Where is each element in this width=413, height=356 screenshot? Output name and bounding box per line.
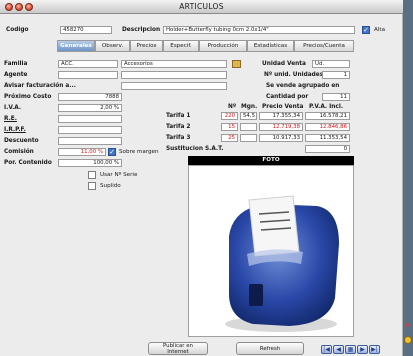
re-field[interactable] xyxy=(58,115,122,123)
last-record-icon[interactable]: ▶| xyxy=(369,345,380,354)
numero-unidades-label: Nº unid. Unidades xyxy=(264,72,324,78)
label-printer-image xyxy=(225,195,339,332)
agente-label: Agente xyxy=(4,72,28,78)
tarifa-1-pva-field[interactable]: 16.578,21 xyxy=(305,112,350,120)
irpf-field[interactable] xyxy=(58,126,122,134)
first-record-icon[interactable]: |◀ xyxy=(321,345,332,354)
record-list-icon[interactable]: ▦ xyxy=(345,345,356,354)
sobre-margen-checkbox[interactable]: ✓ xyxy=(108,148,116,156)
codigo-field[interactable]: 458270 xyxy=(60,26,112,34)
folder-icon[interactable] xyxy=(232,60,241,68)
col-num-header: Nº xyxy=(228,104,237,110)
delete-icon[interactable]: ✕ xyxy=(404,322,412,330)
re-label: R.E. xyxy=(4,116,17,122)
avisar-facturacion-label: Avisar facturación a... xyxy=(4,83,76,89)
sobre-margen-label: Sobre margen xyxy=(119,149,159,155)
avisar-facturacion-field[interactable] xyxy=(121,82,227,90)
proximo-costo-label: Próximo Costo xyxy=(4,94,52,100)
tarifa-3-margen-field[interactable] xyxy=(240,134,257,142)
window-title: ARTICULOS xyxy=(179,2,224,11)
col-precio-venta-header: Precio Venta xyxy=(262,104,304,110)
iva-field[interactable]: 2,00 % xyxy=(58,104,122,112)
tab-observ[interactable]: Observ. xyxy=(95,40,130,52)
unidad-venta-label: Unidad Venta xyxy=(262,61,306,67)
refresh-button[interactable]: Refresh xyxy=(236,342,304,355)
tarifa-2-margen-field[interactable] xyxy=(240,123,257,131)
familia-code-field[interactable]: ACC. xyxy=(58,60,118,68)
tab-produccion[interactable]: Producción xyxy=(199,40,247,52)
tab-precios[interactable]: Precios xyxy=(130,40,163,52)
col-pva-incl-header: P.V.A. Incl. xyxy=(309,104,344,110)
sustitucion-sat-label: Sustitucion S.A.T. xyxy=(166,146,224,152)
iva-label: I.V.A. xyxy=(4,105,22,111)
comision-field[interactable]: 11,00 % xyxy=(58,148,106,156)
tarifa-1-margen-field[interactable]: 54,5 xyxy=(240,112,257,120)
help-icon[interactable] xyxy=(404,336,412,344)
tarifa-3-num-field[interactable]: 25 xyxy=(221,134,238,142)
title-bar: ARTICULOS xyxy=(0,0,403,14)
suplido-label: Suplido xyxy=(100,183,121,189)
tarifa-3-pva-field[interactable]: 11.353,54 xyxy=(305,134,350,142)
codigo-label: Codigo xyxy=(6,27,29,33)
se-vende-agrupado-label: Se vende agrupado en xyxy=(266,83,340,89)
foto-header: FOTO xyxy=(188,156,354,165)
por-contenido-label: Por. Contenido xyxy=(4,160,52,166)
numero-unidades-field[interactable]: 1 xyxy=(322,71,350,79)
suplido-checkbox[interactable] xyxy=(88,182,96,190)
publicar-internet-button[interactable]: Publicar en Internet xyxy=(148,342,208,355)
tab-precios-cuenta[interactable]: Precios/Cuenta xyxy=(294,40,354,52)
side-strip: ✕ xyxy=(403,0,413,356)
tarifa-2-precio-field[interactable]: 12.719,38 xyxy=(259,123,303,131)
usar-num-serie-checkbox[interactable] xyxy=(88,171,96,179)
por-contenido-field[interactable]: 100,00 % xyxy=(58,159,122,167)
tab-generales[interactable]: Generales xyxy=(57,40,95,52)
publicar-line2: Internet xyxy=(167,348,189,355)
tab-especif[interactable]: Especif. xyxy=(163,40,199,52)
tab-estadisticas[interactable]: Estadísticas xyxy=(247,40,294,52)
usar-num-serie-label: Usar Nº Serie xyxy=(100,172,138,178)
agente-name-field[interactable] xyxy=(121,71,227,79)
previous-record-icon[interactable]: ◀ xyxy=(333,345,344,354)
tarifa-3-precio-field[interactable]: 10.917,33 xyxy=(259,134,303,142)
descripcion-label: Descripcion xyxy=(122,27,161,33)
tarifa-2-num-field[interactable]: 15 xyxy=(221,123,238,131)
descripcion-field[interactable]: Holder+Butterfly tubing 0cm 2.0x1/4" xyxy=(163,26,355,34)
comision-label: Comisión xyxy=(4,149,34,155)
descuento-field[interactable] xyxy=(58,137,122,145)
familia-description-field[interactable]: Accesorios xyxy=(121,60,227,68)
descuento-label: Descuento xyxy=(4,138,39,144)
col-margen-header: Mgn. xyxy=(241,104,258,110)
tarifa-3-label: Tarifa 3 xyxy=(166,135,191,141)
tarifa-1-num-field[interactable]: 220 xyxy=(221,112,238,120)
sustitucion-sat-field[interactable]: 0 xyxy=(305,145,350,153)
tarifa-1-precio-field[interactable]: 17.355,34 xyxy=(259,112,303,120)
tarifa-2-pva-field[interactable]: 12.846,86 xyxy=(305,123,350,131)
proximo-costo-field[interactable]: 7888 xyxy=(58,93,122,101)
cantidad-por-label: Cantidad por xyxy=(266,94,309,100)
agente-code-field[interactable] xyxy=(58,71,118,79)
irpf-label: I.R.P.F. xyxy=(4,127,26,133)
alta-checkbox[interactable]: ✓ xyxy=(362,26,370,34)
product-photo[interactable] xyxy=(188,165,354,337)
alta-label: Alta xyxy=(374,27,386,33)
unidad-venta-field[interactable]: Ud. xyxy=(312,60,350,68)
next-record-icon[interactable]: ▶ xyxy=(357,345,368,354)
articulos-window: ARTICULOS Codigo 458270 Descripcion Hold… xyxy=(0,0,403,356)
tarifa-1-label: Tarifa 1 xyxy=(166,113,191,119)
cantidad-por-field[interactable]: 11 xyxy=(322,93,350,101)
familia-label: Familia xyxy=(4,61,28,67)
tarifa-2-label: Tarifa 2 xyxy=(166,124,191,130)
